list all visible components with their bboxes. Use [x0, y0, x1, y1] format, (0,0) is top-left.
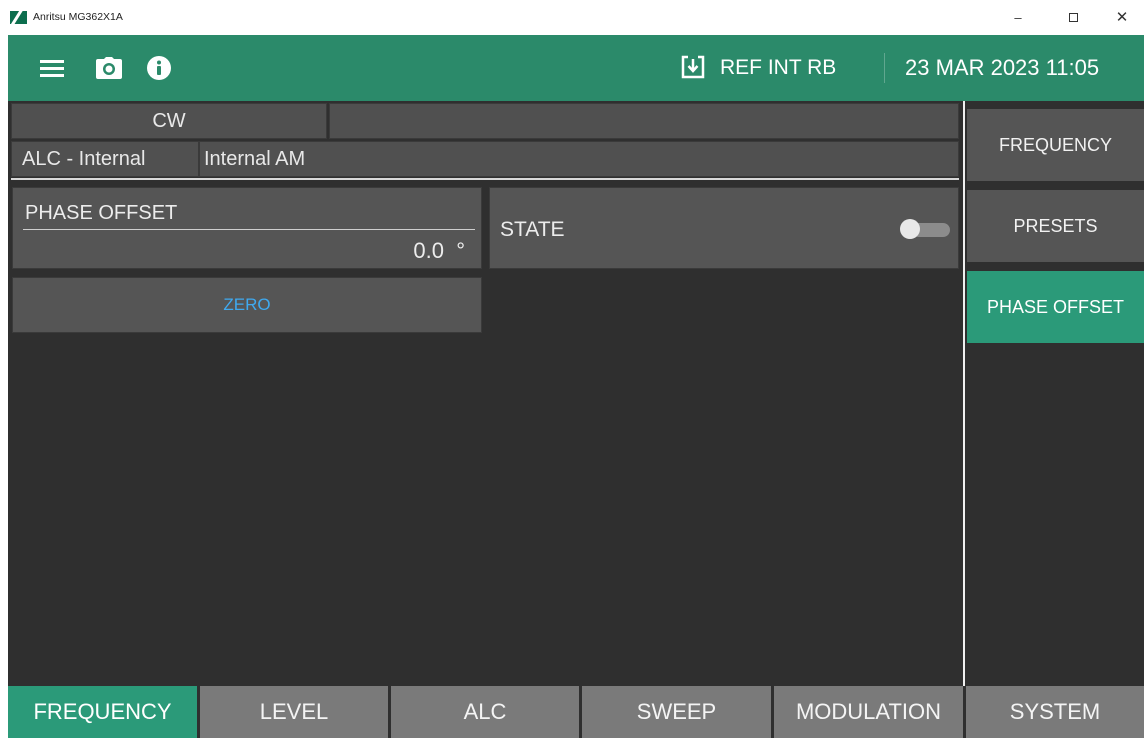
main-panel: CW ALC - Internal Internal AM PHASE OFFS…: [8, 101, 1144, 686]
maximize-button[interactable]: [1055, 0, 1091, 34]
info-icon: [147, 56, 171, 80]
date-time: 23 MAR 2023 11:05: [905, 55, 1100, 80]
window-title: Anritsu MG362X1A: [33, 11, 123, 23]
tab-alc[interactable]: ALC: [391, 686, 579, 738]
minimize-button[interactable]: –: [1000, 0, 1036, 34]
reference-status: REF INT RB: [720, 56, 837, 79]
tab-system[interactable]: SYSTEM: [966, 686, 1144, 738]
toggle-knob: [900, 219, 920, 239]
alc-status: ALC - Internal: [11, 141, 199, 177]
mode-info-empty: [329, 103, 959, 139]
phase-offset-underline: [23, 229, 475, 230]
side-menu-presets[interactable]: PRESETS: [967, 190, 1144, 262]
screenshot-button[interactable]: [94, 35, 124, 101]
camera-icon: [96, 57, 122, 79]
tab-level[interactable]: LEVEL: [200, 686, 388, 738]
toolbar-divider: [884, 53, 885, 83]
phase-offset-unit: °: [456, 238, 465, 263]
info-button[interactable]: [145, 35, 173, 101]
anritsu-logo-icon: [10, 10, 27, 24]
bottom-tab-bar: FREQUENCY LEVEL ALC SWEEP MODULATION SYS…: [8, 686, 1144, 738]
maximize-icon: [1068, 12, 1078, 22]
side-menu-frequency[interactable]: FREQUENCY: [967, 109, 1144, 181]
modulation-status: Internal AM: [199, 141, 959, 177]
zero-button[interactable]: ZERO: [12, 277, 482, 333]
phase-offset-label: PHASE OFFSET: [25, 202, 178, 224]
tab-frequency[interactable]: FREQUENCY: [8, 686, 197, 738]
side-menu-phase-offset[interactable]: PHASE OFFSET: [967, 271, 1144, 343]
phase-offset-number: 0.0: [413, 238, 444, 263]
phase-offset-field[interactable]: PHASE OFFSET 0.0 °: [12, 187, 482, 269]
tab-sweep[interactable]: SWEEP: [582, 686, 771, 738]
state-label: STATE: [500, 218, 565, 241]
status-divider: [11, 178, 959, 180]
phase-offset-value: 0.0 °: [413, 238, 465, 264]
menu-icon: [40, 60, 64, 77]
side-menu-divider: [963, 101, 965, 686]
app-toolbar: REF INT RB 23 MAR 2023 11:05: [8, 35, 1144, 101]
close-button[interactable]: ✕: [1104, 0, 1140, 34]
menu-button[interactable]: [38, 35, 66, 101]
state-toggle[interactable]: [900, 219, 950, 239]
state-row: STATE: [489, 187, 959, 269]
download-icon[interactable]: [680, 55, 706, 79]
window-title-bar: Anritsu MG362X1A: [0, 0, 1144, 34]
tab-modulation[interactable]: MODULATION: [774, 686, 963, 738]
mode-indicator: CW: [11, 103, 327, 139]
